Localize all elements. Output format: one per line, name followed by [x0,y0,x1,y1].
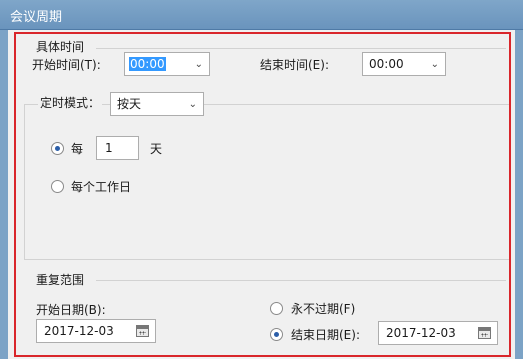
window-frame-right [515,30,523,359]
title-bar[interactable]: 会议周期 [0,0,523,30]
window-frame-left [0,30,8,359]
highlight-border [14,32,511,357]
window-title: 会议周期 [10,10,63,25]
